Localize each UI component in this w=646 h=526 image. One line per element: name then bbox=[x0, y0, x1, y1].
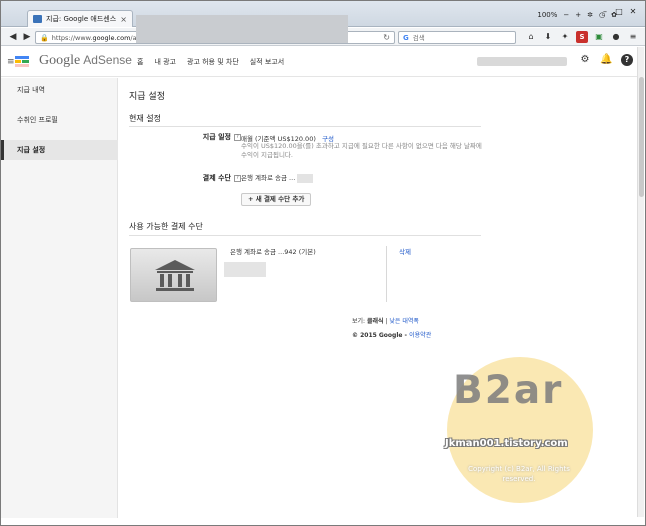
search-bar[interactable]: G bbox=[398, 31, 516, 44]
puzzle-icon[interactable]: ✲ bbox=[587, 11, 593, 19]
help-icon[interactable]: ? bbox=[621, 54, 633, 66]
bell-icon[interactable]: 🔔 bbox=[600, 54, 612, 66]
sidebar: 지급 내역 수취인 프로필 지급 설정 bbox=[1, 78, 118, 518]
back-arrow-icon[interactable]: ◀ bbox=[7, 31, 19, 43]
search-input[interactable] bbox=[412, 33, 503, 42]
header-icons: ⚙ 🔔 ? bbox=[579, 54, 633, 66]
redacted-account-number bbox=[297, 173, 314, 183]
schedule-label: 지급 일정? bbox=[203, 132, 241, 142]
zoom-plus-button[interactable]: + bbox=[575, 11, 581, 19]
s-extension-icon[interactable]: S bbox=[576, 31, 588, 43]
redacted-area bbox=[136, 15, 348, 43]
window-controls: – □ ✕ bbox=[599, 7, 639, 17]
zoom-minus-button[interactable]: − bbox=[563, 11, 569, 19]
adsense-favicon-icon bbox=[33, 15, 42, 23]
menu-home[interactable]: 홈 bbox=[137, 57, 143, 67]
watermark-title: B2ar bbox=[453, 368, 564, 413]
sidebar-item-payment-settings[interactable]: 지급 설정 bbox=[1, 140, 118, 160]
menu-my-ads[interactable]: 내 광고 bbox=[154, 57, 176, 67]
delete-link[interactable]: 삭제 bbox=[399, 246, 411, 256]
bank-icon bbox=[155, 260, 195, 291]
forward-arrow-icon[interactable]: ▶ bbox=[21, 31, 33, 43]
bookmark-icon[interactable]: ✦ bbox=[559, 31, 571, 43]
method-label: 결제 수단? bbox=[203, 173, 241, 183]
toolbar-icons: ⌂ ⬇ ✦ S ▣ ● ≡ bbox=[525, 31, 639, 43]
help-small-icon[interactable]: ? bbox=[234, 174, 241, 182]
divider bbox=[129, 126, 481, 127]
sidebar-item-payee-profile[interactable]: 수취인 프로필 bbox=[1, 110, 118, 130]
divider bbox=[386, 246, 387, 302]
tab-title: 지급: Google 애드센스 bbox=[46, 15, 117, 23]
current-settings-title: 현재 설정 bbox=[129, 114, 161, 123]
zoom-level: 100% bbox=[537, 11, 558, 19]
help-small-icon[interactable]: ? bbox=[234, 133, 241, 141]
copyright: © 2015 Google - 이용약관 bbox=[352, 332, 432, 339]
page-title: 지급 설정 bbox=[129, 92, 165, 102]
close-tab-icon[interactable]: × bbox=[120, 15, 127, 24]
hamburger-menu-icon[interactable]: ≡ bbox=[7, 57, 15, 67]
bank-card bbox=[130, 248, 217, 302]
download-icon[interactable]: ⬇ bbox=[542, 31, 554, 43]
schedule-description: 수익이 US$120.00을(를) 초과하고 지급에 필요한 다른 사항이 없으… bbox=[241, 142, 482, 159]
vertical-scrollbar[interactable] bbox=[637, 47, 644, 517]
view-switch: 보기: 클래식 | 낮은 대역폭 bbox=[352, 318, 419, 325]
watermark-copyright: Copyright (c) B2ar, All Rights reserved. bbox=[468, 465, 570, 483]
menu-icon[interactable]: ≡ bbox=[627, 31, 639, 43]
view-classic-link[interactable]: 클래식 bbox=[367, 318, 384, 325]
redacted-account bbox=[477, 57, 567, 66]
screenshot-icon[interactable]: ▣ bbox=[593, 31, 605, 43]
browser-tab[interactable]: 지급: Google 애드센스 × bbox=[27, 10, 133, 27]
menu-allow-block[interactable]: 광고 허용 및 차단 bbox=[187, 57, 239, 67]
divider bbox=[129, 235, 481, 236]
add-payment-method-button[interactable]: + 새 결제 수단 추가 bbox=[241, 193, 312, 206]
adsense-logo-icon bbox=[15, 56, 29, 67]
google-search-icon: G bbox=[403, 33, 409, 42]
home-icon[interactable]: ⌂ bbox=[525, 31, 537, 43]
chat-icon[interactable]: ● bbox=[610, 31, 622, 43]
scrollbar-thumb[interactable] bbox=[639, 77, 644, 197]
terms-link[interactable]: 이용약관 bbox=[409, 332, 431, 339]
bank-method-text: 은행 계좌로 송금 ...942 (기본) bbox=[230, 248, 316, 256]
view-low-bandwidth-link[interactable]: 낮은 대역폭 bbox=[389, 318, 419, 325]
maximize-icon[interactable]: □ bbox=[613, 7, 625, 17]
menu-reports[interactable]: 실적 보고서 bbox=[250, 57, 284, 67]
minimize-icon[interactable]: – bbox=[599, 7, 611, 17]
close-window-icon[interactable]: ✕ bbox=[627, 7, 639, 17]
adsense-header: ≡ Google AdSense 홈 내 광고 광고 허용 및 차단 실적 보고서… bbox=[1, 47, 637, 77]
reload-icon[interactable]: ↻ bbox=[383, 33, 390, 42]
lock-icon: 🔒 bbox=[40, 33, 49, 42]
browser-window: 지급: Google 애드센스 × + 100% − + ✲ ◷ ✿ – □ ✕… bbox=[0, 0, 646, 526]
available-methods-title: 사용 가능한 결제 수단 bbox=[129, 222, 203, 231]
method-value: 은행 계좌로 송금 ... bbox=[241, 172, 314, 183]
sidebar-item-payment-history[interactable]: 지급 내역 bbox=[1, 80, 118, 100]
gear-icon[interactable]: ⚙ bbox=[579, 54, 591, 66]
adsense-logo[interactable]: Google AdSense bbox=[39, 53, 132, 69]
watermark-url: Jkman001.tistory.com bbox=[445, 438, 568, 449]
redacted-bank-details bbox=[224, 262, 266, 277]
top-menu: 홈 내 광고 광고 허용 및 차단 실적 보고서 bbox=[137, 57, 284, 67]
